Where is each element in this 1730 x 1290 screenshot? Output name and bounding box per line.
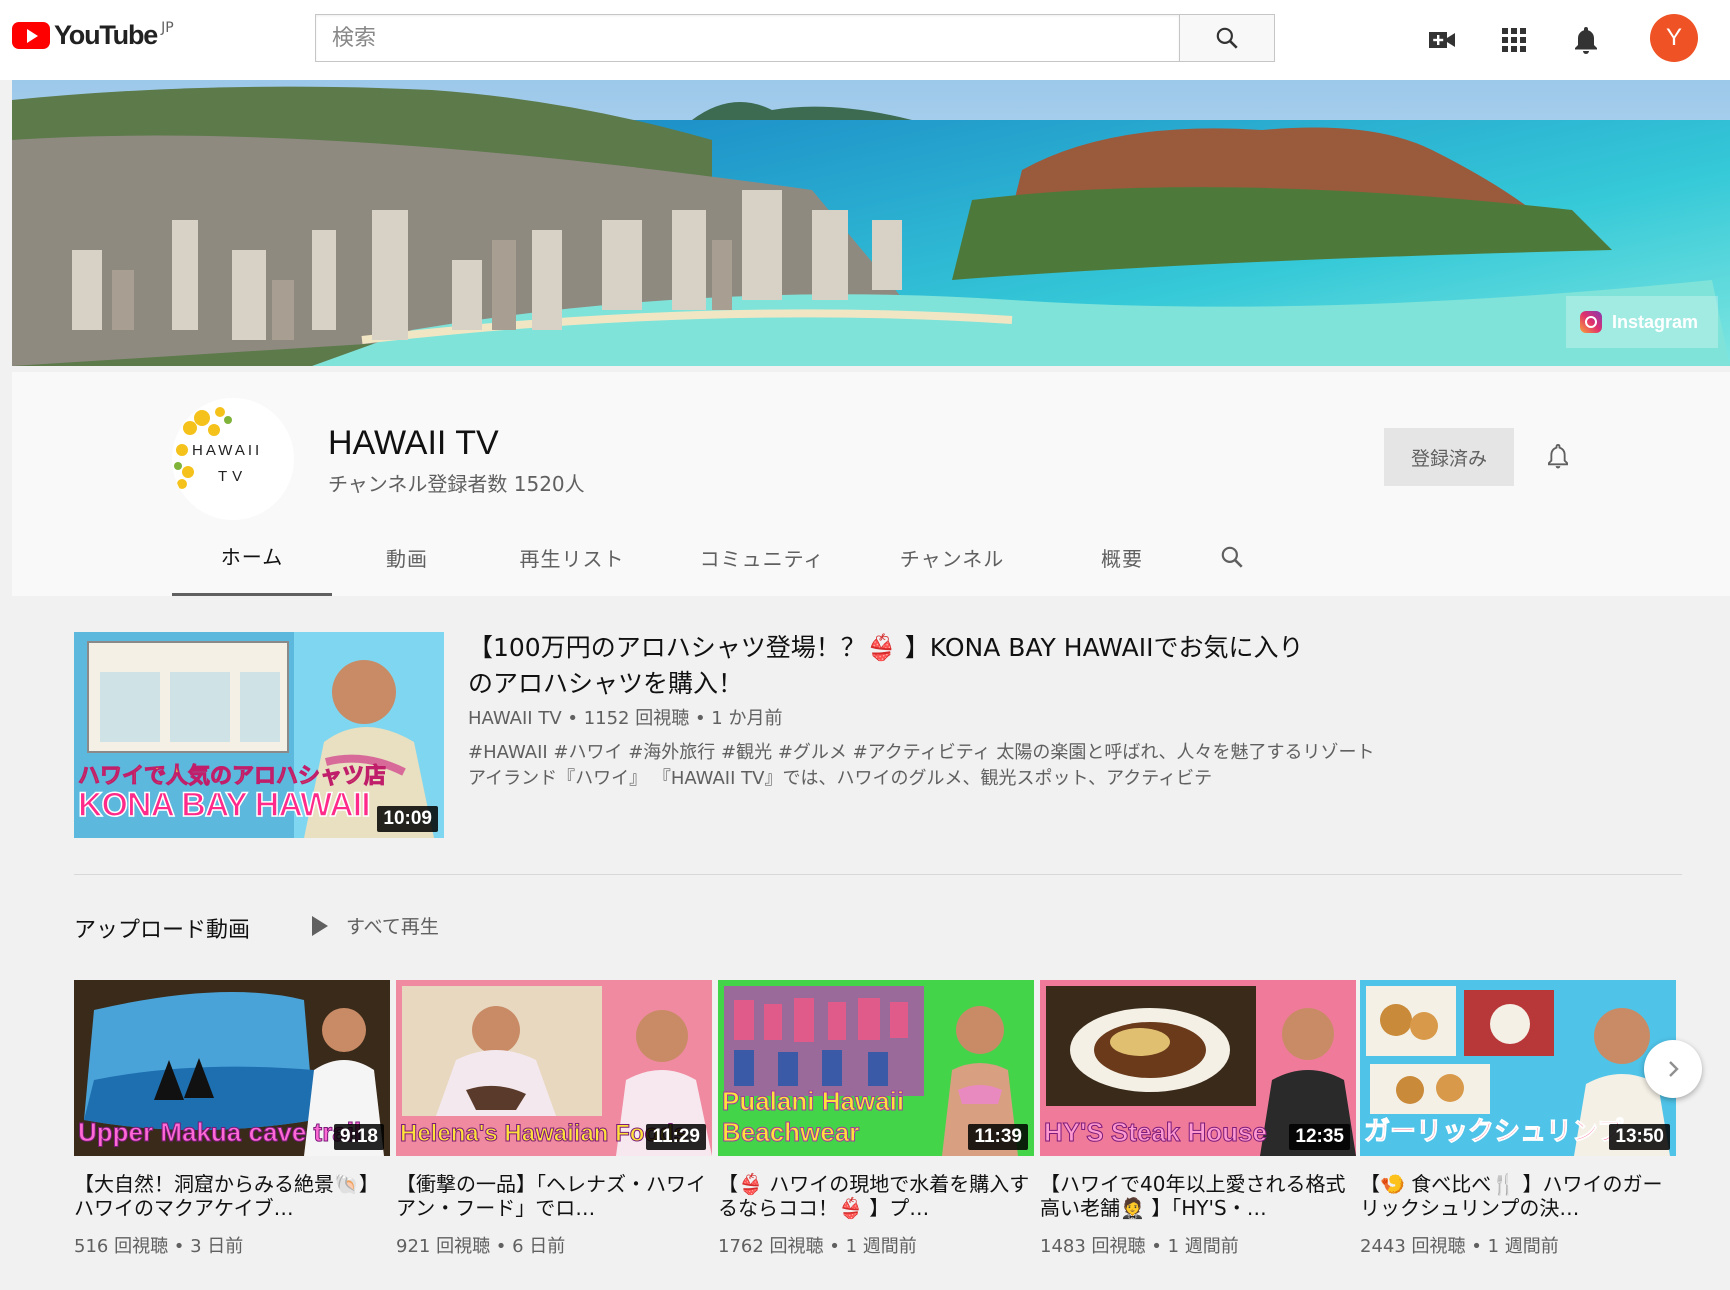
play-all-button[interactable]: すべて再生 <box>312 912 439 939</box>
subscribed-button[interactable]: 登録済み <box>1384 428 1514 486</box>
channel-avatar[interactable]: HAWAII TV <box>172 398 294 520</box>
channel-header: HAWAII TV HAWAII TV チャンネル登録者数 1520人 登録済み… <box>12 372 1730 596</box>
video-meta: 516 回視聴 • 3 日前 <box>74 1236 244 1257</box>
tab-about[interactable]: 概要 <box>1042 518 1202 596</box>
featured-video-title[interactable]: 【100万円のアロハシャツ登場！？👙 】KONA BAY HAWAIIでお気に入… <box>468 630 1328 702</box>
video-meta: 1483 回視聴 • 1 週間前 <box>1040 1236 1239 1257</box>
carousel-next-button[interactable] <box>1644 1040 1702 1098</box>
video-thumbnail[interactable]: Pualani Hawaii Beachwear 11:39 <box>718 980 1034 1156</box>
apps-grid-icon <box>1502 28 1526 52</box>
masthead: YouTube JP Y <box>0 0 1730 80</box>
plumeria-logo-icon <box>174 407 232 489</box>
logo-region: JP <box>161 20 174 36</box>
video-meta: 921 回視聴 • 6 日前 <box>396 1236 566 1257</box>
tab-home[interactable]: ホーム <box>172 518 332 596</box>
channel-notification-button[interactable] <box>1538 436 1578 476</box>
video-meta: 2443 回視聴 • 1 週間前 <box>1360 1236 1559 1257</box>
account-avatar[interactable]: Y <box>1650 14 1698 62</box>
video-thumbnail[interactable]: Helena's Hawaiian Foods 11:29 <box>396 980 712 1156</box>
avatar-text-line1: HAWAII <box>192 442 263 459</box>
create-video-button[interactable] <box>1422 20 1462 60</box>
video-duration: 13:50 <box>1609 1124 1670 1150</box>
search-button[interactable] <box>1179 14 1275 62</box>
video-thumbnail[interactable]: Upper Makua cave trail 9:18 <box>74 980 390 1156</box>
video-title[interactable]: 【衝撃の一品】「ヘレナズ・ハワイアン・フード」でロ… <box>396 1172 712 1220</box>
video-meta: 1762 回視聴 • 1 週間前 <box>718 1236 917 1257</box>
chevron-right-icon <box>1669 1061 1679 1077</box>
video-thumbnail-caption: HY'S Steak House <box>1044 1117 1268 1148</box>
notifications-button[interactable] <box>1566 20 1606 60</box>
search-bar <box>315 14 1275 62</box>
featured-duration: 10:09 <box>377 806 438 832</box>
search-icon <box>1216 27 1238 49</box>
channel-search-button[interactable] <box>1202 518 1262 596</box>
tab-videos[interactable]: 動画 <box>332 518 482 596</box>
video-title[interactable]: 【ハワイで40年以上愛される格式高い老舗🤵 】「HY'S・… <box>1040 1172 1356 1220</box>
video-card[interactable]: Pualani Hawaii Beachwear 11:39 【👙 ハワイの現地… <box>718 980 1034 1258</box>
featured-video-meta: HAWAII TV • 1152 回視聴 • 1 か月前 <box>468 708 783 729</box>
tab-playlists[interactable]: 再生リスト <box>482 518 662 596</box>
video-thumbnail[interactable]: ガーリックシュリンプ 13:50 <box>1360 980 1676 1156</box>
video-duration: 11:29 <box>646 1124 706 1150</box>
video-card[interactable]: Upper Makua cave trail 9:18 【大自然！洞窟からみる絶… <box>74 980 390 1258</box>
channel-name: HAWAII TV <box>328 424 499 462</box>
banner-image <box>12 80 1730 366</box>
featured-video-thumbnail[interactable]: ハワイで人気のアロハシャツ店 KONA BAY HAWAII 10:09 <box>74 632 444 838</box>
video-duration: 12:35 <box>1289 1124 1350 1150</box>
apps-button[interactable] <box>1494 20 1534 60</box>
video-title[interactable]: 【👙 ハワイの現地で水着を購入するならココ！👙 】プ… <box>718 1172 1034 1220</box>
video-title[interactable]: 【大自然！洞窟からみる絶景🐚】ハワイのマクアケイブ… <box>74 1172 390 1220</box>
logo-text: YouTube <box>54 20 158 50</box>
video-thumbnail-caption: Upper Makua cave trail <box>77 1117 362 1148</box>
youtube-logo[interactable]: YouTube JP <box>12 20 174 50</box>
video-duration: 9:18 <box>333 1124 384 1150</box>
instagram-link[interactable]: Instagram <box>1566 296 1718 348</box>
play-all-label: すべて再生 <box>346 916 439 938</box>
bell-icon <box>1575 27 1597 54</box>
video-card[interactable]: HY'S Steak House 12:35 【ハワイで40年以上愛される格式高… <box>1040 980 1356 1258</box>
video-duration: 11:39 <box>968 1124 1028 1150</box>
video-card[interactable]: ガーリックシュリンプ 13:50 【🍤 食べ比べ🍴 】ハワイのガーリックシュリン… <box>1360 980 1676 1258</box>
video-thumbnail-caption: ガーリックシュリンプ <box>1363 1116 1624 1147</box>
video-thumbnail[interactable]: HY'S Steak House 12:35 <box>1040 980 1356 1156</box>
section-divider <box>74 874 1682 875</box>
featured-thumbnail-caption-main: KONA BAY HAWAII <box>77 785 371 825</box>
subscriber-count: チャンネル登録者数 1520人 <box>328 472 585 496</box>
video-thumbnail-caption: Helena's Hawaiian Foods <box>399 1120 688 1148</box>
video-title[interactable]: 【🍤 食べ比べ🍴 】ハワイのガーリックシュリンプの決… <box>1360 1172 1676 1220</box>
channel-banner <box>12 80 1730 366</box>
tab-community[interactable]: コミュニティ <box>662 518 862 596</box>
bell-outline-icon <box>1548 443 1568 469</box>
uploads-grid: Upper Makua cave trail 9:18 【大自然！洞窟からみる絶… <box>74 980 1676 1280</box>
play-icon <box>312 915 328 936</box>
video-camera-plus-icon <box>1429 32 1455 48</box>
video-card[interactable]: Helena's Hawaiian Foods 11:29 【衝撃の一品】「ヘレ… <box>396 980 712 1258</box>
avatar-text-line2: TV <box>218 468 248 485</box>
instagram-icon <box>1580 311 1602 333</box>
tab-channels[interactable]: チャンネル <box>862 518 1042 596</box>
youtube-play-icon <box>12 22 50 49</box>
uploads-section-title[interactable]: アップロード動画 <box>74 912 250 944</box>
channel-tabs: ホーム 動画 再生リスト コミュニティ チャンネル 概要 <box>172 518 1262 596</box>
instagram-label: Instagram <box>1612 311 1699 332</box>
search-input[interactable] <box>315 14 1179 62</box>
search-icon <box>1221 546 1243 568</box>
featured-video-description: #HAWAII #ハワイ #海外旅行 #観光 #グルメ #アクティビティ 太陽の… <box>468 742 1375 789</box>
